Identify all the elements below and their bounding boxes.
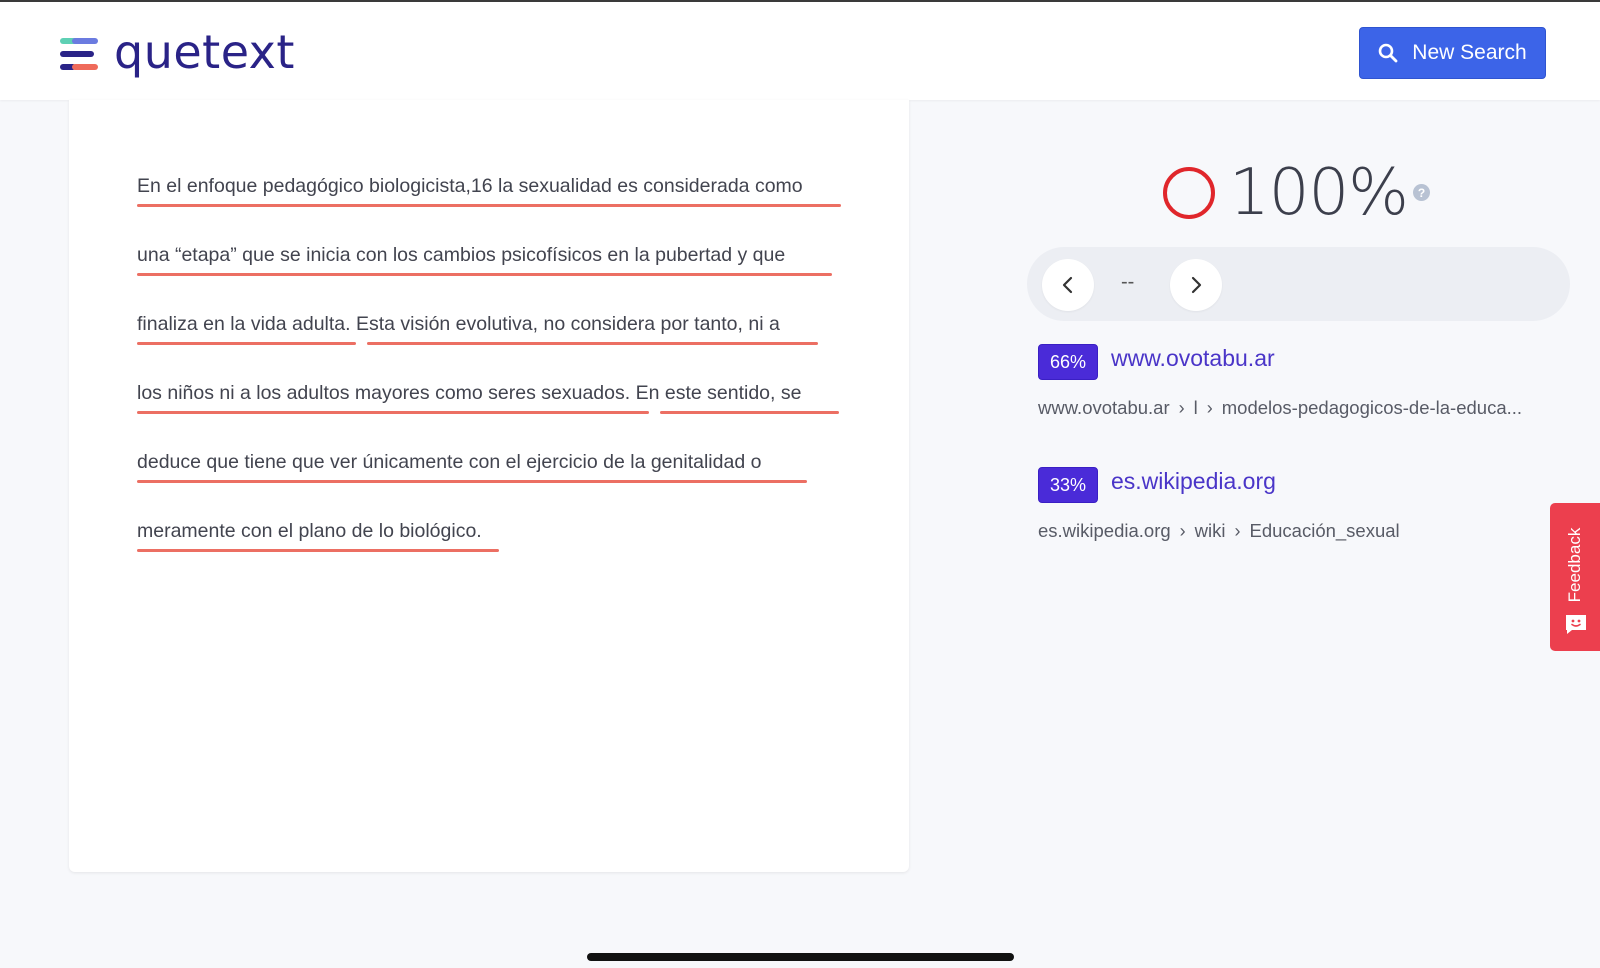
- source-link[interactable]: es.wikipedia.org: [1111, 468, 1276, 495]
- score-value: 100%: [1229, 156, 1409, 230]
- source-link[interactable]: www.ovotabu.ar: [1111, 345, 1275, 372]
- chevron-right-icon: ›: [1178, 397, 1185, 418]
- document-line: En el enfoque pedagógico biologicista,16…: [137, 175, 803, 197]
- next-match-button[interactable]: [1170, 259, 1222, 311]
- match-underline[interactable]: [137, 342, 356, 345]
- match-counter: --: [1121, 271, 1135, 293]
- match-underline[interactable]: [137, 204, 841, 207]
- breadcrumb-segment: wiki: [1194, 520, 1226, 541]
- source-breadcrumb: www.ovotabu.ar › l › modelos-pedagogicos…: [1038, 397, 1522, 419]
- match-percent-badge: 66%: [1038, 344, 1098, 380]
- logo[interactable]: quetext: [60, 26, 295, 82]
- match-underline[interactable]: [137, 273, 832, 276]
- match-navigator: --: [1027, 247, 1570, 321]
- source-breadcrumb: es.wikipedia.org › wiki › Educación_sexu…: [1038, 520, 1400, 542]
- match-underline[interactable]: [367, 342, 818, 345]
- search-icon: [1378, 43, 1398, 63]
- header: quetext New Search: [0, 2, 1600, 100]
- score-ring-icon: [1163, 167, 1215, 219]
- chevron-right-icon: ›: [1179, 520, 1186, 541]
- document-line: los niños ni a los adultos mayores como …: [137, 382, 802, 404]
- document-line: deduce que tiene que ver únicamente con …: [137, 451, 762, 473]
- chevron-right-icon: [1191, 276, 1202, 294]
- match-underline[interactable]: [137, 411, 649, 414]
- home-indicator[interactable]: [587, 953, 1014, 961]
- chevron-right-icon: ›: [1206, 397, 1213, 418]
- breadcrumb-segment: modelos-pedagogicos-de-la-educa...: [1221, 397, 1523, 418]
- similarity-score: 100%: [1163, 156, 1409, 230]
- chat-smile-icon: [1566, 615, 1586, 634]
- document-panel: [69, 100, 909, 872]
- logo-text: quetext: [114, 25, 295, 79]
- logo-mark-icon: [60, 36, 100, 72]
- chevron-right-icon: ›: [1234, 520, 1241, 541]
- breadcrumb-segment: Educación_sexual: [1249, 520, 1400, 541]
- breadcrumb-segment: l: [1193, 397, 1198, 418]
- breadcrumb-segment: es.wikipedia.org: [1038, 520, 1171, 541]
- match-underline[interactable]: [137, 480, 807, 483]
- feedback-label: Feedback: [1565, 527, 1584, 603]
- new-search-label: New Search: [1412, 41, 1527, 64]
- previous-match-button[interactable]: [1042, 259, 1094, 311]
- breadcrumb-segment: www.ovotabu.ar: [1038, 397, 1170, 418]
- match-underline[interactable]: [660, 411, 839, 414]
- document-line: meramente con el plano de lo biológico.: [137, 520, 482, 542]
- new-search-button[interactable]: New Search: [1359, 27, 1546, 79]
- chevron-left-icon: [1062, 276, 1073, 294]
- feedback-tab[interactable]: Feedback: [1550, 503, 1600, 651]
- match-underline[interactable]: [137, 549, 499, 552]
- question-icon[interactable]: ?: [1413, 184, 1430, 201]
- document-line: una “etapa” que se inicia con los cambio…: [137, 244, 786, 266]
- document-line: finaliza en la vida adulta. Esta visión …: [137, 313, 780, 335]
- match-percent-badge: 33%: [1038, 467, 1098, 503]
